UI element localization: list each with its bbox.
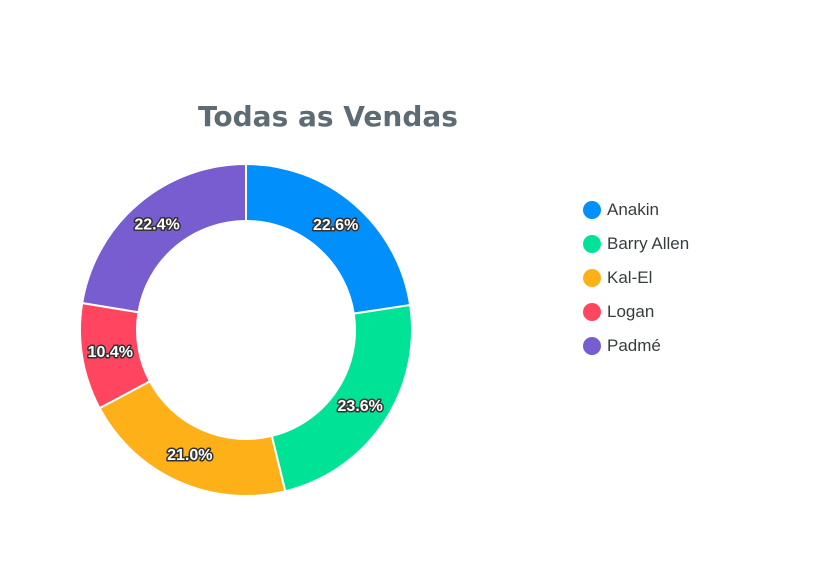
legend-item-barry-allen[interactable]: Barry Allen	[583, 227, 689, 261]
legend-marker-icon	[583, 303, 601, 321]
legend-marker-icon	[583, 269, 601, 287]
legend-label: Kal-El	[607, 268, 653, 287]
donut-chart: 22.6% 23.6% 21.0% 10.4% 22.4%	[79, 162, 413, 497]
legend-marker-icon	[583, 337, 601, 355]
legend-marker-icon	[583, 201, 601, 219]
data-label-barry-allen: 23.6%	[338, 398, 383, 415]
legend-item-logan[interactable]: Logan	[583, 295, 689, 329]
data-label-anakin: 22.6%	[313, 217, 358, 234]
donut-slices	[79, 162, 413, 497]
slice-padme[interactable]	[81, 162, 247, 314]
slice-kal-el[interactable]	[98, 379, 287, 497]
legend-label: Logan	[607, 302, 655, 321]
data-label-padme: 22.4%	[134, 217, 179, 234]
legend-label: Anakin	[607, 200, 659, 219]
legend-item-padme[interactable]: Padmé	[583, 329, 689, 363]
chart-legend: Anakin Barry Allen Kal-El Logan Padmé	[583, 193, 689, 363]
legend-label: Padmé	[607, 336, 661, 355]
legend-item-anakin[interactable]: Anakin	[583, 193, 689, 227]
slice-anakin[interactable]	[245, 162, 412, 315]
data-label-kal-el: 21.0%	[167, 447, 212, 464]
chart-container: Todas as Vendas 22.6% 23.6% 21.0% 10.4% 22.4…	[0, 0, 819, 569]
data-label-logan: 10.4%	[88, 344, 133, 361]
legend-marker-icon	[583, 235, 601, 253]
legend-item-kal-el[interactable]: Kal-El	[583, 261, 689, 295]
legend-label: Barry Allen	[607, 234, 690, 253]
